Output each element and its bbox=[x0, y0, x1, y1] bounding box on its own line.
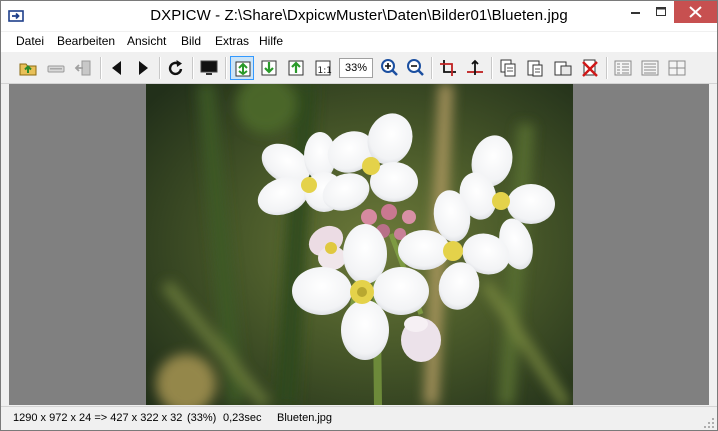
crop-alt-button[interactable] bbox=[463, 56, 487, 80]
menu-bild[interactable]: Bild bbox=[181, 34, 201, 48]
image-viewport[interactable] bbox=[9, 84, 709, 405]
crop-alt-icon bbox=[467, 59, 483, 75]
menu-extras[interactable]: Extras bbox=[215, 34, 249, 48]
fit-width-icon bbox=[261, 60, 277, 76]
svg-text:1:1: 1:1 bbox=[318, 66, 332, 76]
maximize-icon bbox=[656, 7, 666, 16]
fit-height-icon bbox=[288, 60, 304, 76]
toolbar-separator bbox=[431, 57, 433, 79]
title-bar[interactable]: DXPICW - Z:\Share\DxpicwMuster\Daten\Bil… bbox=[1, 1, 717, 31]
status-bar: 1290 x 972 x 24 => 427 x 322 x 32 (33%) … bbox=[1, 406, 717, 430]
photo-image bbox=[146, 84, 573, 405]
thumbnails-view-button[interactable] bbox=[611, 56, 635, 80]
resize-grip-icon[interactable] bbox=[703, 417, 715, 429]
details-view-button[interactable] bbox=[638, 56, 662, 80]
exit-icon bbox=[74, 60, 91, 76]
fit-width-button[interactable] bbox=[257, 56, 281, 80]
fit-height-button[interactable] bbox=[284, 56, 308, 80]
menu-hilfe[interactable]: Hilfe bbox=[259, 34, 283, 48]
original-size-button[interactable]: 1:1 bbox=[311, 56, 335, 80]
fullscreen-button[interactable] bbox=[197, 56, 221, 80]
flower-photo[interactable] bbox=[146, 84, 573, 405]
tiles-view-button[interactable] bbox=[665, 56, 689, 80]
open-folder-icon bbox=[19, 63, 37, 76]
delete-button[interactable] bbox=[578, 56, 602, 80]
scanner-icon bbox=[47, 65, 65, 73]
menu-bar: Datei Bearbeiten Ansicht Bild Extras Hil… bbox=[1, 32, 717, 52]
crop-icon bbox=[440, 60, 456, 76]
minimize-button[interactable] bbox=[622, 1, 648, 23]
next-icon bbox=[139, 61, 148, 75]
next-button[interactable] bbox=[131, 56, 155, 80]
previous-icon bbox=[112, 61, 121, 75]
minimize-icon bbox=[631, 12, 640, 14]
previous-button[interactable] bbox=[105, 56, 129, 80]
tiles-icon bbox=[668, 60, 686, 76]
original-size-icon: 1:1 bbox=[315, 60, 332, 76]
zoom-in-icon bbox=[381, 59, 398, 76]
scan-button[interactable] bbox=[44, 56, 68, 80]
toolbar-separator bbox=[100, 57, 102, 79]
toolbar: 1:1 33% bbox=[1, 53, 717, 84]
toolbar-separator bbox=[606, 57, 608, 79]
status-zoom: (33%) bbox=[187, 412, 217, 424]
delete-icon bbox=[582, 59, 598, 77]
crop-button[interactable] bbox=[436, 56, 460, 80]
fit-window-icon bbox=[235, 61, 251, 77]
zoom-out-icon bbox=[407, 59, 424, 76]
zoom-level-field[interactable]: 33% bbox=[339, 58, 373, 78]
status-time: 0,23sec bbox=[223, 412, 262, 424]
fit-window-button[interactable] bbox=[230, 56, 254, 80]
menu-ansicht[interactable]: Ansicht bbox=[127, 34, 166, 48]
status-dimensions: 1290 x 972 x 24 => 427 x 322 x 32 bbox=[13, 412, 183, 424]
paste-button[interactable] bbox=[523, 56, 547, 80]
fullscreen-icon bbox=[200, 60, 218, 75]
rotate-button[interactable] bbox=[164, 56, 188, 80]
exit-button[interactable] bbox=[71, 56, 95, 80]
status-filename: Blueten.jpg bbox=[277, 412, 333, 424]
move-button[interactable] bbox=[551, 56, 575, 80]
zoom-out-button[interactable] bbox=[403, 56, 427, 80]
menu-bearbeiten[interactable]: Bearbeiten bbox=[57, 34, 115, 48]
toolbar-separator bbox=[225, 57, 227, 79]
menu-datei[interactable]: Datei bbox=[16, 34, 44, 48]
open-button[interactable] bbox=[16, 56, 40, 80]
app-window: DXPICW - Z:\Share\DxpicwMuster\Daten\Bil… bbox=[0, 0, 718, 431]
details-icon bbox=[641, 60, 659, 76]
window-title: DXPICW - Z:\Share\DxpicwMuster\Daten\Bil… bbox=[150, 7, 568, 24]
close-button[interactable] bbox=[674, 1, 717, 23]
copy-button[interactable] bbox=[496, 56, 520, 80]
copy-icon bbox=[500, 59, 516, 77]
rotate-icon bbox=[168, 60, 183, 76]
maximize-button[interactable] bbox=[648, 1, 674, 23]
paste-icon bbox=[527, 60, 543, 77]
toolbar-separator bbox=[192, 57, 194, 79]
toolbar-separator bbox=[491, 57, 493, 79]
zoom-in-button[interactable] bbox=[377, 56, 401, 80]
close-icon bbox=[689, 6, 702, 18]
toolbar-separator bbox=[159, 57, 161, 79]
thumbnails-icon bbox=[614, 60, 632, 76]
move-icon bbox=[554, 61, 572, 76]
